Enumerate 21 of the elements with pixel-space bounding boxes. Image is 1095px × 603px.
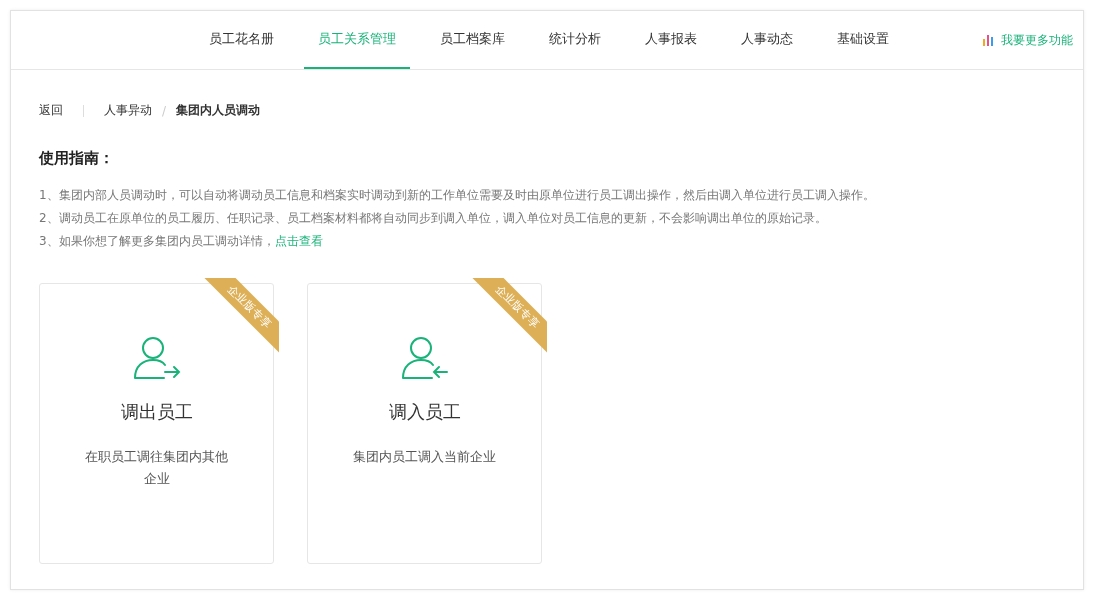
breadcrumb-item[interactable]: 人事异动 [104,102,152,119]
guide-line: 1、集团内部人员调动时，可以自动将调动员工信息和档案实时调动到新的工作单位需要及时由原单位进行员工调出操作，然后由调入单位进行员工调入操作。 [39,187,876,204]
card-title: 调入员工 [388,400,461,424]
nav-tab[interactable]: 基础设置 [823,11,903,69]
breadcrumb-item[interactable]: 集团内人员调动 [176,102,261,119]
nav-tab[interactable]: 员工花名册 [195,11,288,69]
card-title: 调出员工 [120,400,193,424]
person-arrow-right-icon [132,336,181,380]
card-description: 集团内员工调入当前企业 [352,448,497,466]
person-arrow-left-icon [400,336,449,380]
nav-tab[interactable]: 人事动态 [727,11,807,69]
guide-title: 使用指南： [39,149,115,168]
back-link[interactable]: 返回 [39,102,63,119]
card-description: 在职员工调往集团内其他企业 [84,448,229,488]
breadcrumb-separator: / [162,103,167,118]
bar-chart-icon [982,34,995,46]
nav-tab[interactable]: 统计分析 [535,11,615,69]
nav-tab[interactable]: 人事报表 [631,11,711,69]
nav-tab[interactable]: 员工档案库 [426,11,519,69]
guide-line: 3、如果你想了解更多集团内员工调动详情，点击查看 [39,233,324,250]
guide-line: 2、调动员工在原单位的员工履历、任职记录、员工档案材料都将自动同步到调入单位，调入单位对员工信息的更新，不会影响调出单位的原始记录。 [39,210,828,227]
